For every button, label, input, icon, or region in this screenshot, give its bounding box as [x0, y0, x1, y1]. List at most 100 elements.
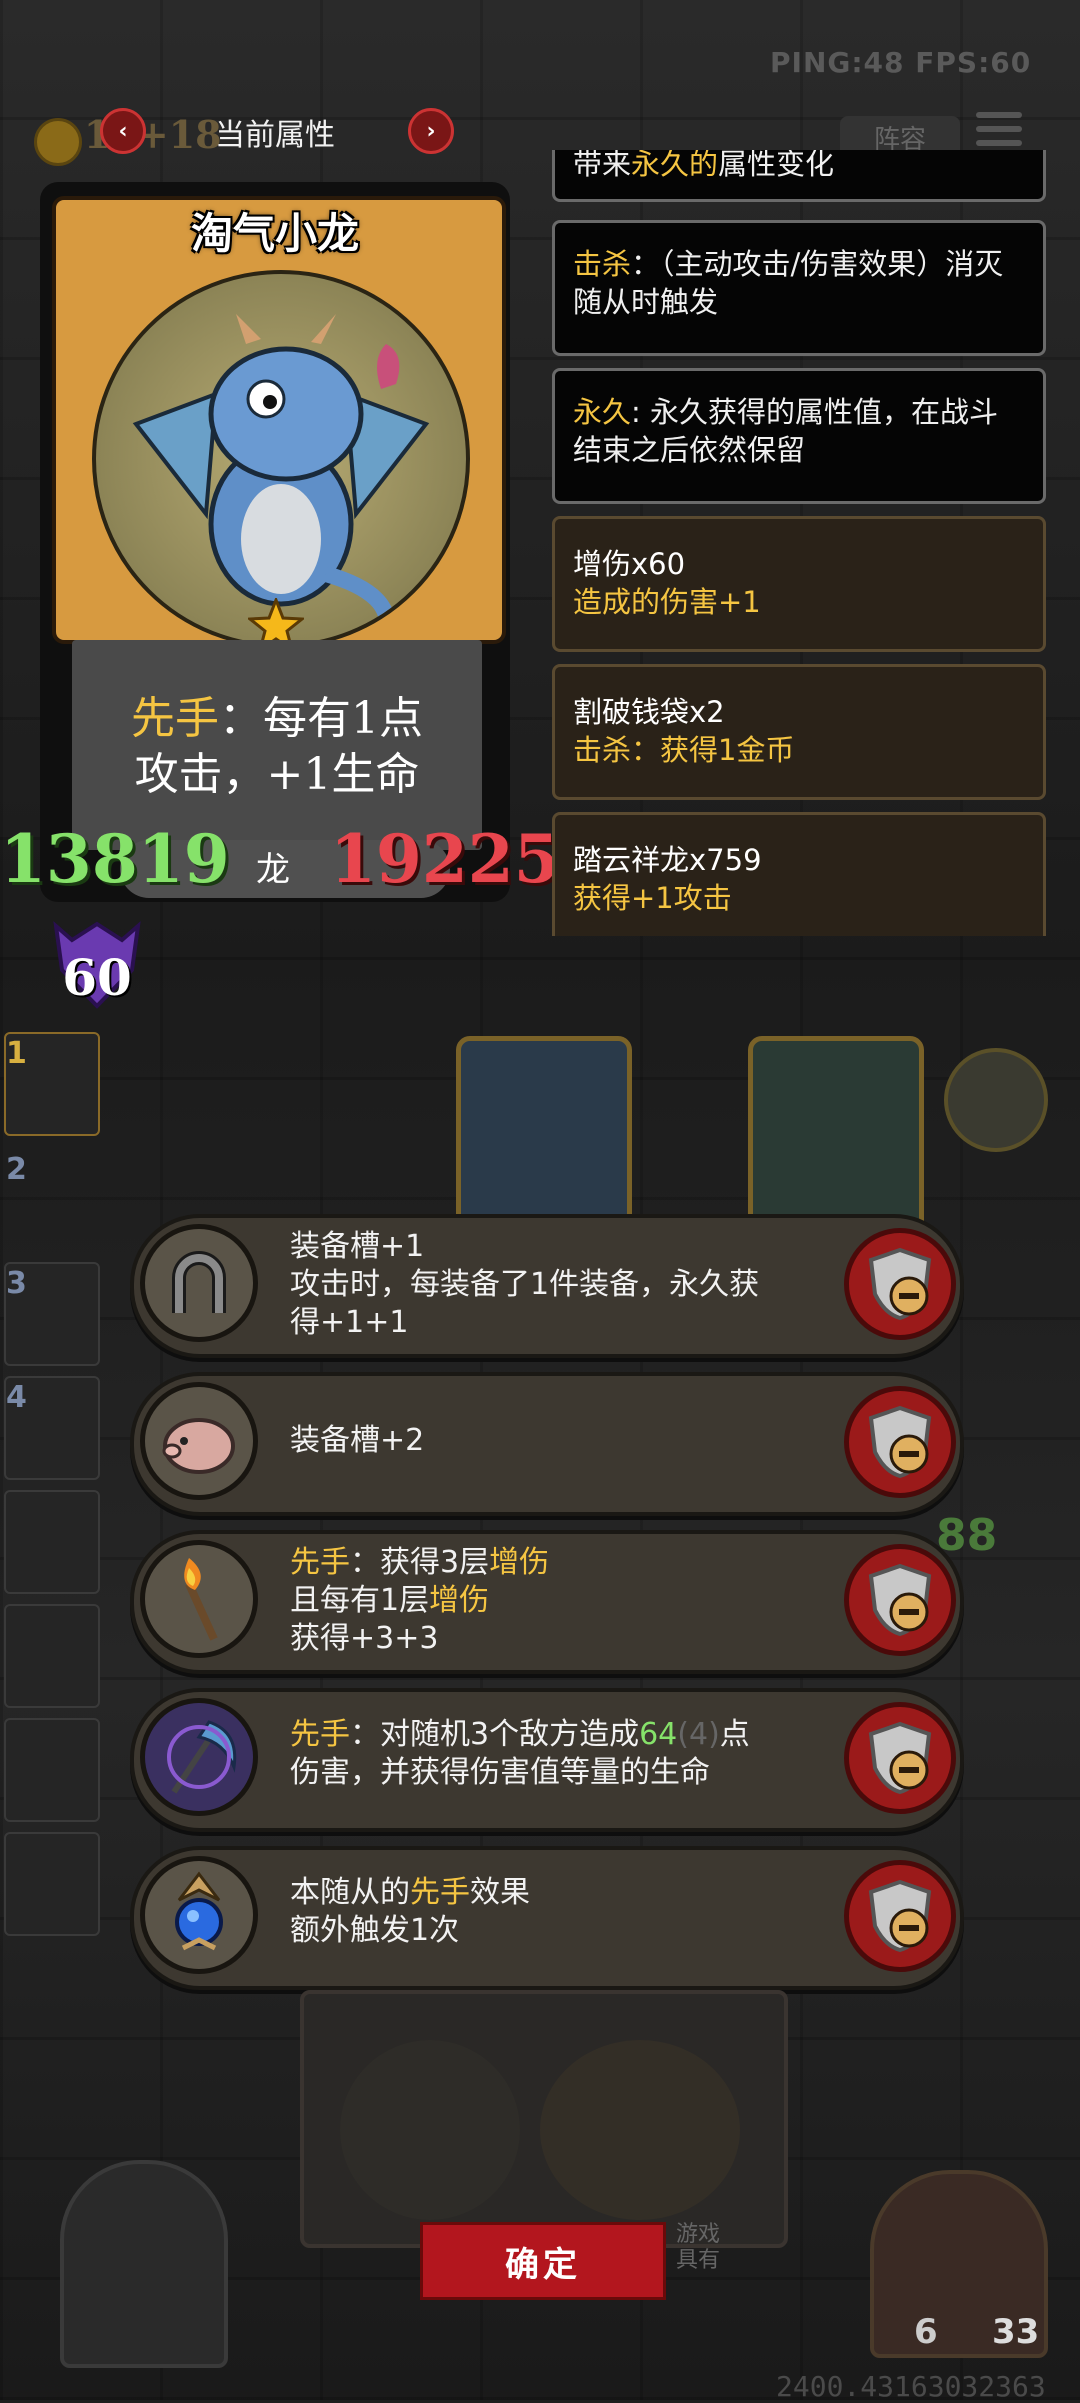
shop-item-scorpion[interactable] [540, 2040, 740, 2220]
damage-value: 64 [639, 1717, 678, 1752]
buff-card: 增伤x60 造成的伤害+1 [552, 516, 1046, 652]
chevron-right-icon: › [426, 118, 436, 144]
equipment-desc: 本随从的先手效果 [290, 1874, 530, 1912]
remove-equipment-button[interactable] [844, 1860, 956, 1972]
confirm-button[interactable]: 确定 [420, 2222, 666, 2300]
damage-base-value: (4) [677, 1717, 720, 1752]
blue-orb-icon [140, 1856, 258, 1974]
coin-icon [34, 118, 82, 166]
ability-text: ：每有1点 [219, 693, 423, 744]
equipment-row[interactable]: 本随从的先手效果 额外触发1次 [130, 1846, 964, 1990]
keyword-card-kill: 击杀：（主动攻击/伤害效果）消灭随从时触发 [552, 220, 1046, 356]
card-ability-line-2: 攻击，+1生命 [134, 749, 420, 800]
shield-minus-icon [868, 1563, 932, 1637]
shop-text-line: 游戏 [676, 2222, 721, 2247]
slot-number: 4 [6, 1380, 27, 1415]
keyword-name: 击杀 [573, 247, 632, 281]
prev-arrow-button[interactable]: ‹ [100, 108, 146, 154]
keyword-text: ：（主动攻击/伤害效果）消灭随从时触发 [573, 247, 1004, 319]
hero-health: 33 [992, 2312, 1040, 2352]
equipment-text: 先手：对随机3个敌方造成64(4)点 伤害，并获得伤害值等量的生命 [290, 1716, 750, 1792]
roster-slot[interactable] [4, 1490, 100, 1594]
shield-minus-icon [868, 1247, 932, 1321]
shop-item-knight[interactable] [340, 2040, 520, 2220]
hammer-button[interactable] [944, 1048, 1048, 1152]
hero-power-button[interactable] [60, 2160, 228, 2368]
keyword-first-strike: 先手 [410, 1875, 470, 1910]
piggy-bank-icon [140, 1382, 258, 1500]
shield-minus-icon [868, 1879, 932, 1953]
keyword-panel[interactable]: 带来永久的属性变化 击杀：（主动攻击/伤害效果）消灭随从时触发 永久: 永久获得… [546, 150, 1056, 936]
equipment-row[interactable]: 装备槽+1 攻击时，每装备了1件装备，永久获 得+1+1 [130, 1214, 964, 1358]
roster-slot[interactable] [4, 1832, 100, 1936]
keyword-text: 属性变化 [718, 150, 835, 181]
remove-equipment-button[interactable] [844, 1386, 956, 1498]
equipment-desc: 伤害，并获得伤害值等量的生命 [290, 1755, 710, 1790]
equipment-desc-part: ：获得3层 [350, 1545, 490, 1580]
attack-value: 13819 [0, 820, 230, 898]
equipment-text: 装备槽+1 攻击时，每装备了1件装备，永久获 得+1+1 [290, 1228, 759, 1342]
keyword-damage-boost: 增伤 [489, 1545, 550, 1580]
remove-equipment-button[interactable] [844, 1702, 956, 1814]
horseshoe-icon [140, 1224, 258, 1342]
shop-text-line: 具有 [676, 2248, 721, 2273]
level-value: 60 [62, 948, 132, 1007]
keyword-name: 永久 [573, 395, 632, 429]
keyword-highlight: 永久的 [631, 150, 719, 181]
remove-equipment-button[interactable] [844, 1228, 956, 1340]
keyword-damage-boost: 增伤 [429, 1583, 490, 1618]
buff-desc: 造成的伤害+1 [573, 585, 761, 619]
equipment-desc: 先手：获得3层增伤 [290, 1544, 549, 1582]
equipment-desc: 先手：对随机3个敌方造成64(4)点 [290, 1716, 750, 1754]
keyword-card-permanent-change: 带来永久的属性变化 [552, 150, 1046, 202]
keyword-card-permanent: 永久: 永久获得的属性值，在战斗结束之后依然保留 [552, 368, 1046, 504]
gold-count: 6 [914, 2312, 938, 2352]
slot-number: 1 [6, 1036, 27, 1071]
side-number: 88 [936, 1510, 998, 1561]
buff-desc: 击杀：获得1金币 [573, 733, 795, 767]
keyword-first-strike: 先手 [290, 1717, 350, 1752]
ping-fps-readout: PING:48 FPS:60 [770, 46, 1032, 79]
card-ability-line-1: 先手：每有1点 [72, 682, 482, 746]
equipment-title: 装备槽+1 [290, 1229, 425, 1264]
tribe-label: 龙 [256, 850, 290, 890]
equipment-row[interactable]: 装备槽+2 [130, 1372, 964, 1516]
buff-card: 割破钱袋x2 击杀：获得1金币 [552, 664, 1046, 800]
shop-item-text: 游戏 具有 [676, 2222, 720, 2274]
next-arrow-button[interactable]: › [408, 108, 454, 154]
equipment-desc-part: ：对随机3个敌方造成 [350, 1717, 640, 1752]
card-name: 淘气小龙 [190, 209, 359, 258]
buff-title: 踏云祥龙x759 [573, 843, 762, 877]
buff-title: 增伤x60 [573, 547, 686, 581]
dragon-icon [132, 314, 430, 636]
menu-icon[interactable] [976, 112, 1022, 152]
scythe-icon [140, 1698, 258, 1816]
debug-readout: 2400.43163032363 [776, 2370, 1046, 2403]
torch-icon [140, 1540, 258, 1658]
chevron-left-icon: ‹ [118, 118, 128, 144]
equipment-row[interactable]: 先手：获得3层增伤 且每有1层增伤 获得+3+3 [130, 1530, 964, 1674]
ability-keyword: 先手 [131, 693, 219, 744]
roster-slot[interactable] [4, 1604, 100, 1708]
equipment-desc: 攻击时，每装备了1件装备，永久获 [290, 1267, 760, 1302]
buff-desc: 获得+1攻击 [573, 881, 732, 915]
equipment-desc: 获得+3+3 [290, 1621, 439, 1656]
keyword-first-strike: 先手 [290, 1545, 350, 1580]
keyword-text: 带来 [573, 150, 632, 181]
buff-card: 踏云祥龙x759 获得+1攻击 [552, 812, 1046, 936]
shield-minus-icon [868, 1721, 932, 1795]
equipment-text: 先手：获得3层增伤 且每有1层增伤 获得+3+3 [290, 1544, 549, 1658]
equipment-text: 本随从的先手效果 额外触发1次 [290, 1874, 530, 1950]
slot-number: 2 [6, 1152, 27, 1187]
buff-title: 割破钱袋x2 [573, 695, 725, 729]
equipment-desc: 得+1+1 [290, 1305, 409, 1340]
equipment-desc: 且每有1层增伤 [290, 1582, 549, 1620]
slot-number: 3 [6, 1266, 27, 1301]
equipment-desc-part: 本随从的 [290, 1875, 410, 1910]
roster-slot[interactable] [4, 1718, 100, 1822]
shield-minus-icon [868, 1405, 932, 1479]
equipment-desc-part: 效果 [470, 1875, 530, 1910]
equipment-desc-part: 且每有1层 [290, 1583, 430, 1618]
equipment-row[interactable]: 先手：对随机3个敌方造成64(4)点 伤害，并获得伤害值等量的生命 [130, 1688, 964, 1832]
equipment-text: 装备槽+2 [290, 1423, 425, 1458]
